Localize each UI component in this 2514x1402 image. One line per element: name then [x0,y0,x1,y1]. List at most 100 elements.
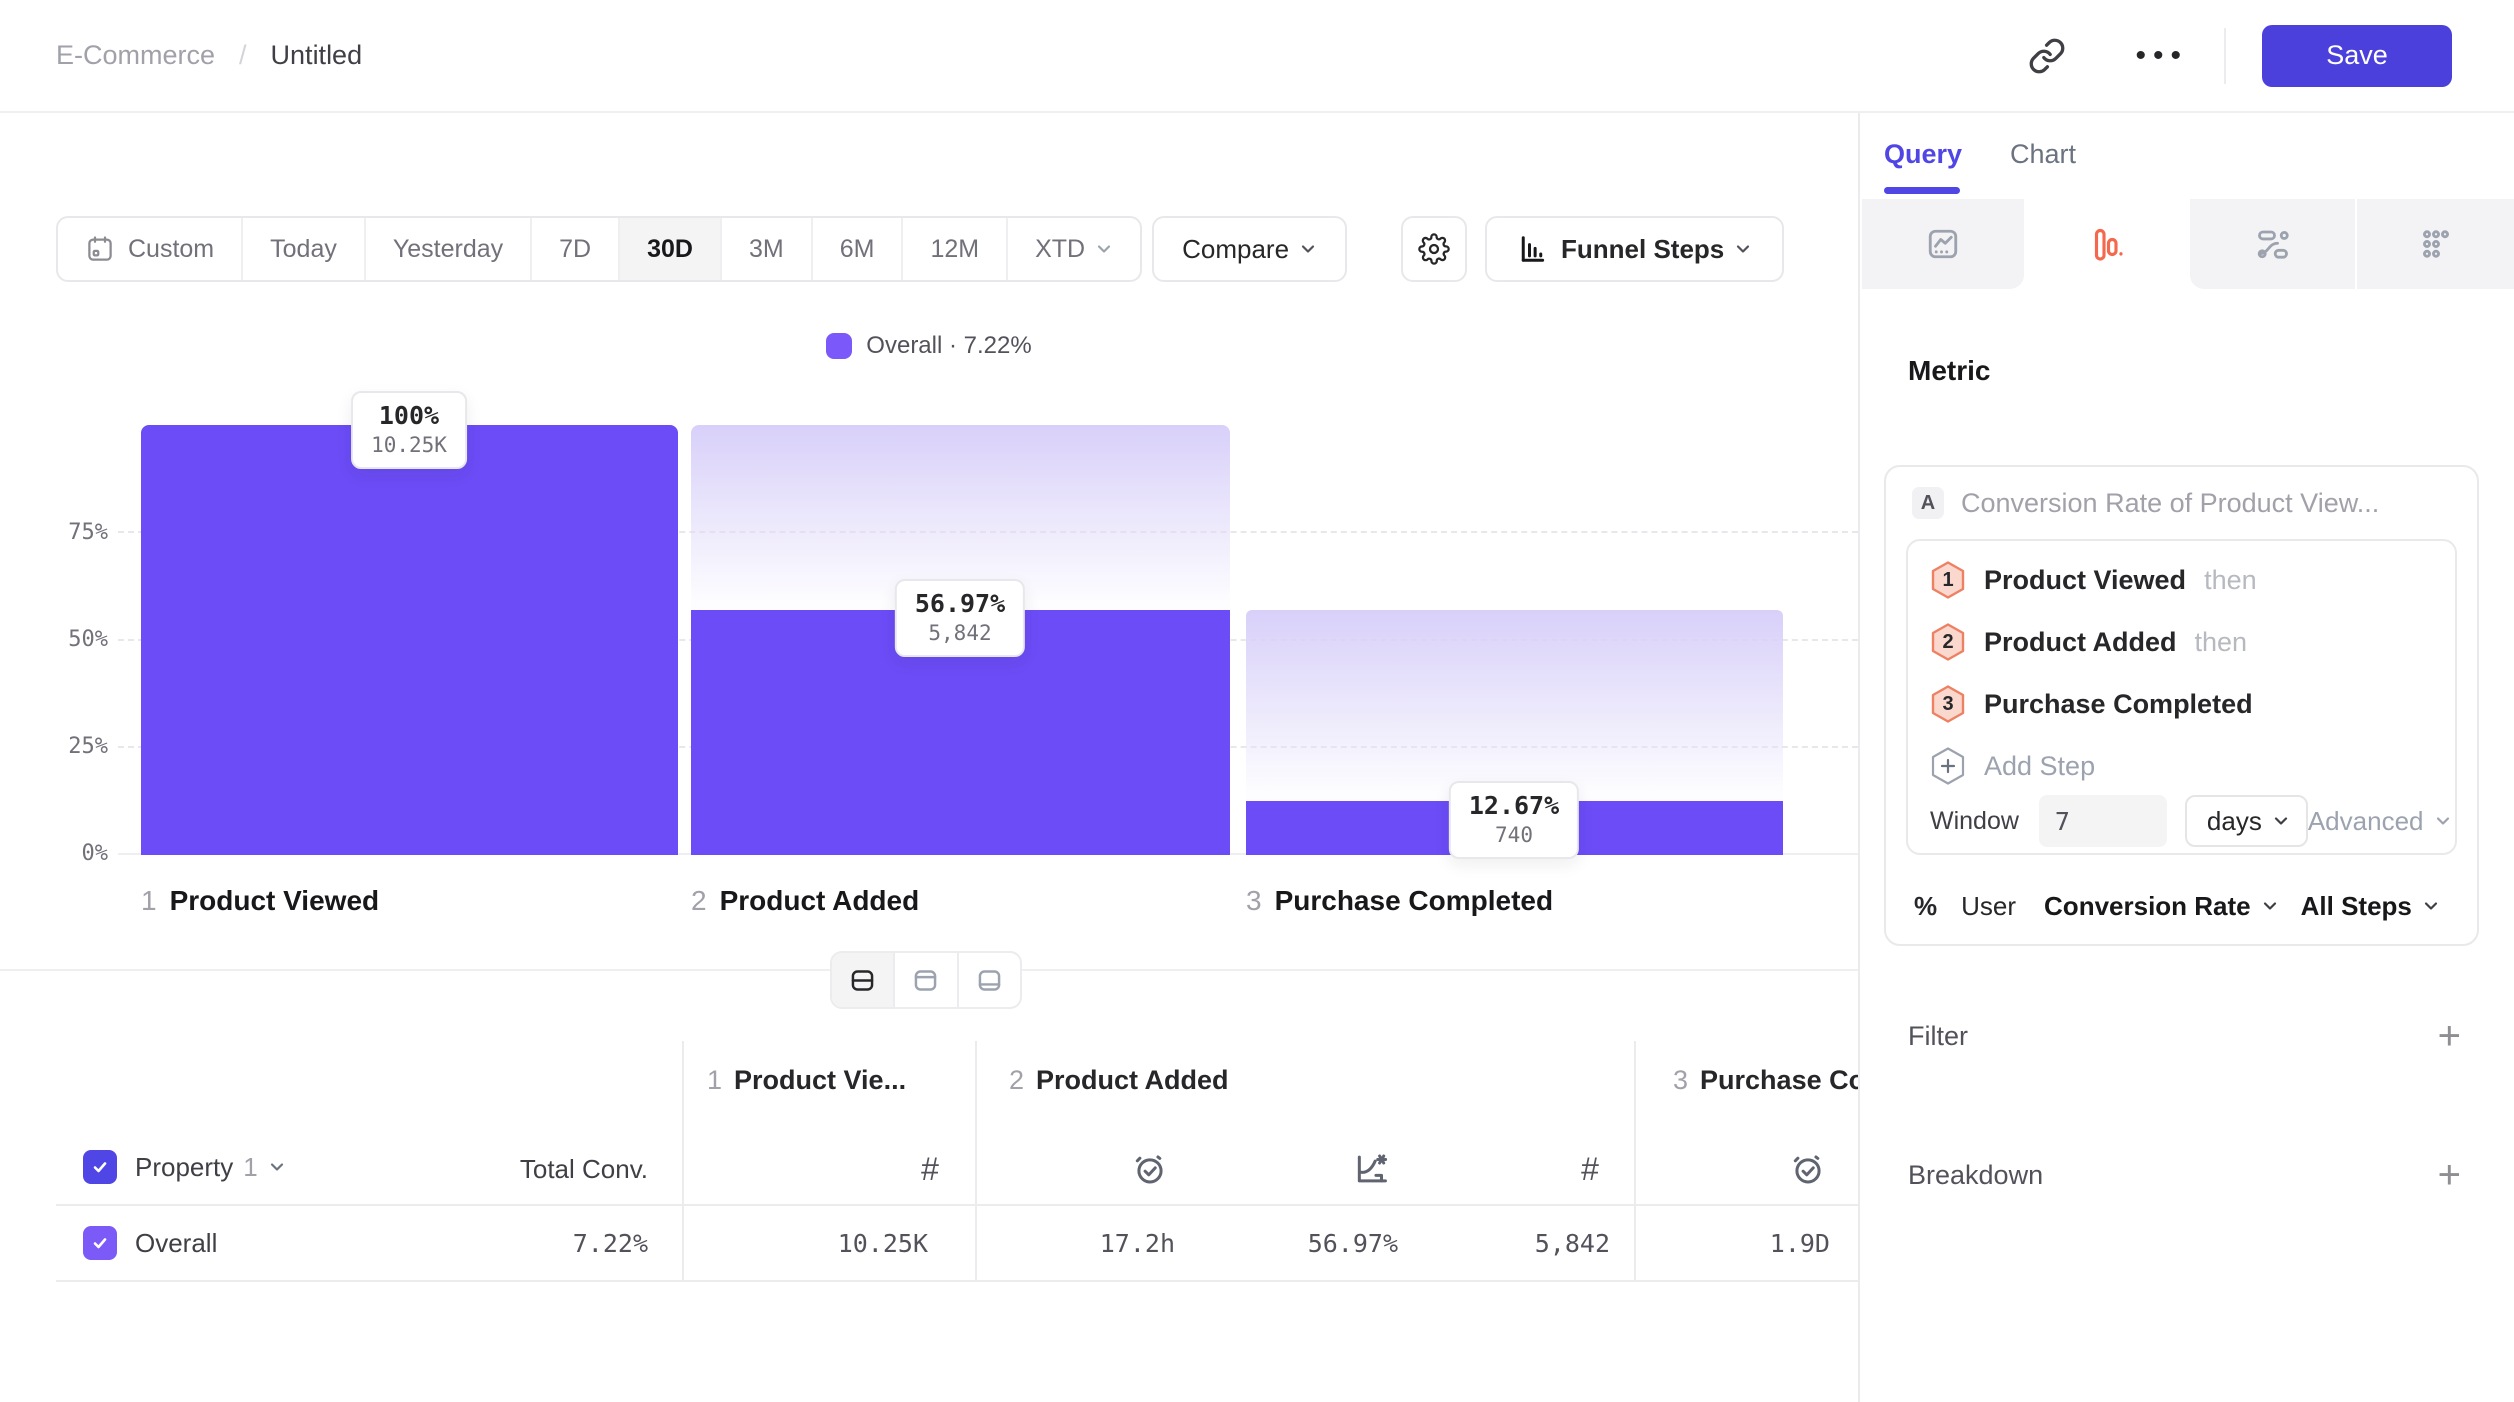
range-xtd[interactable]: XTD [1006,218,1140,280]
step-name: Purchase Completed [1275,885,1554,917]
measure-scope-label: All Steps [2301,891,2412,922]
step1-count: 10.25K [371,433,447,457]
range-3m[interactable]: 3M [720,218,811,280]
main-content: Custom Today Yesterday 7D 30D 3M 6M 12M … [0,113,1858,1402]
metric-label: Conversion Rate of Product View... [1961,488,2379,519]
funnel-dropoff-step3 [1246,610,1783,801]
layout-chart-only-button[interactable] [893,953,956,1007]
property-dropdown[interactable]: Property 1 [135,1152,286,1183]
step-event-name: Purchase Completed [1984,689,2253,720]
step-badge-number: 3 [1930,684,1966,724]
window-unit-dropdown[interactable]: days [2185,795,2308,847]
checkmark-icon [91,1234,109,1252]
chart-type-button[interactable]: Funnel Steps [1485,216,1784,282]
cell-step1-count: 10.25K [838,1229,928,1258]
total-conv-header: Total Conv. [520,1154,648,1185]
window-unit-label: days [2207,806,2262,837]
conversion-dropoff-icon [1353,1150,1391,1188]
funnel-bar-step1[interactable] [141,425,678,855]
layout-top-icon [912,967,939,994]
tab-chart[interactable]: Chart [2010,139,2076,170]
range-7d[interactable]: 7D [530,218,618,280]
funnel-chart: 75% 50% 25% 0% 100% 10.25K 56.97% 5,842 … [0,383,1858,855]
hash-icon: # [921,1151,939,1188]
window-label: Window [1930,807,2019,836]
charttype-line-tab[interactable] [1862,199,2024,289]
metric-selector[interactable]: A Conversion Rate of Product View... [1912,487,2379,519]
select-all-checkbox[interactable] [83,1150,117,1184]
step-badge-3: 3 [1930,684,1966,724]
add-step-row[interactable]: Add Step [1930,735,2433,797]
compare-button[interactable]: Compare [1152,216,1347,282]
charttype-flow-tab[interactable] [2190,199,2355,289]
breadcrumb-parent[interactable]: E-Commerce [56,40,215,71]
charttype-funnel-tab[interactable] [2024,199,2190,289]
step-badge-number: 1 [1930,560,1966,600]
chevron-down-icon [1095,240,1113,258]
breakdown-section: Breakdown + [1908,1157,2461,1193]
range-6m[interactable]: 6M [811,218,902,280]
range-30d-selected[interactable]: 30D [618,218,720,280]
group-number: 2 [1009,1065,1024,1095]
flow-sankey-icon [2255,226,2291,262]
column-separator [1634,1041,1636,1281]
chart-settings-button[interactable] [1401,216,1467,282]
table-group-step3: 3Purchase Completed [1673,1065,1858,1096]
chevron-down-icon [2422,897,2440,915]
step3-count: 740 [1469,823,1559,847]
more-menu-button[interactable]: ••• [2135,39,2188,73]
breakdown-label: Breakdown [1908,1160,2043,1191]
advanced-dropdown[interactable]: Advanced [2308,806,2452,837]
group-name: Product Vie... [734,1065,906,1095]
range-12m[interactable]: 12M [901,218,1006,280]
add-step-badge [1930,746,1966,786]
step-number: 3 [1246,885,1262,917]
step-event-name: Product Added [1984,627,2177,658]
measure-type-dropdown[interactable]: Conversion Rate [2044,891,2279,922]
window-value-input[interactable] [2039,795,2167,847]
legend-swatch [826,333,852,359]
filter-section: Filter + [1908,1018,2461,1054]
measure-entity[interactable]: User [1961,891,2016,922]
range-today[interactable]: Today [241,218,364,280]
step-name: Product Added [720,885,920,917]
range-custom[interactable]: Custom [58,218,241,280]
legend-label: Overall · 7.22% [866,332,1031,360]
add-step-label: Add Step [1984,751,2095,782]
gear-icon [1418,233,1450,265]
checkmark-icon [91,1158,109,1176]
funnel-bars-icon [2089,226,2125,262]
metric-card: A Conversion Rate of Product View... 1 P… [1884,465,2479,946]
column-separator [975,1041,977,1281]
layout-bottom-icon [976,967,1003,994]
chevron-down-icon [268,1158,286,1176]
add-breakdown-button[interactable]: + [2438,1157,2461,1193]
add-filter-button[interactable]: + [2438,1018,2461,1054]
save-button[interactable]: Save [2262,25,2452,87]
row-checkbox[interactable] [83,1226,117,1260]
breadcrumb-current[interactable]: Untitled [271,40,363,71]
cell-step2-rate: 56.97% [1308,1229,1398,1258]
y-tick-75: 75% [28,519,108,547]
step-row-3[interactable]: 3 Purchase Completed [1930,673,2433,735]
link-icon [2028,37,2066,75]
y-tick-50: 50% [28,626,108,654]
measure-scope-dropdown[interactable]: All Steps [2301,891,2440,922]
chart-type-label: Funnel Steps [1561,234,1724,265]
layout-split-button[interactable] [832,953,893,1007]
metric-heading: Metric [1908,355,1990,387]
step1-rate: 100% [371,401,447,430]
share-link-button[interactable] [2023,32,2071,80]
charttype-journey-tab[interactable] [2357,199,2514,289]
chart-legend[interactable]: Overall · 7.22% [0,332,1858,360]
count-column-header: # [908,1147,952,1191]
y-tick-25: 25% [28,733,108,761]
step-row-1[interactable]: 1 Product Viewed then [1930,549,2433,611]
layout-table-only-button[interactable] [957,953,1020,1007]
table-group-step2: 2Product Added [1009,1065,1229,1096]
active-tab-underline [1884,187,1960,194]
tab-query[interactable]: Query [1884,139,1962,170]
measure-type-label: Conversion Rate [2044,891,2251,922]
range-yesterday[interactable]: Yesterday [364,218,530,280]
step-row-2[interactable]: 2 Product Added then [1930,611,2433,673]
